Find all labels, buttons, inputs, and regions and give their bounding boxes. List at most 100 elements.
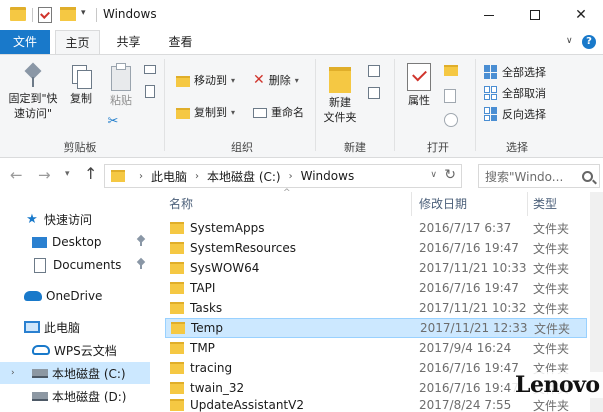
open-icon[interactable] <box>444 65 458 76</box>
help-icon[interactable]: ? <box>582 35 596 49</box>
scissors-icon[interactable]: ✂ <box>106 115 120 129</box>
history-icon[interactable] <box>444 113 458 127</box>
invert-selection-button[interactable]: 反向选择 <box>484 105 546 123</box>
breadcrumb-local-disk-c[interactable]: 本地磁盘 (C:) <box>207 168 281 185</box>
sidebar-item-documents[interactable]: Documents <box>0 254 150 276</box>
group-label-open: 打开 <box>427 141 449 154</box>
file-name: tracing <box>190 361 233 375</box>
copy-to-label: 复制到 <box>194 106 227 119</box>
edit-icon[interactable] <box>444 89 456 103</box>
ribbon: 固定到"快 速访问" 复制 粘贴 ✂ 剪贴板 移动到 ▾ 复制到 ▾ ✕ 删除 … <box>0 54 603 158</box>
copy-to-button[interactable]: 复制到 ▾ <box>176 103 235 121</box>
tab-file[interactable]: 文件 <box>0 30 50 54</box>
sidebar-item-label: 本地磁盘 (D:) <box>52 389 127 404</box>
copy-path-icon[interactable] <box>144 65 156 74</box>
pin-label-line1: 固定到"快 <box>8 92 58 105</box>
sidebar-item-this-pc[interactable]: 此电脑 <box>0 316 150 338</box>
title-separator <box>96 8 97 22</box>
properties-button[interactable]: 属性 <box>400 63 438 108</box>
minimize-icon <box>484 14 494 16</box>
group-separator <box>164 59 165 151</box>
copy-to-dropdown-icon: ▾ <box>231 107 236 117</box>
address-bar[interactable]: › 此电脑 › 本地磁盘 (C:) › Windows ∨ ↻ <box>104 164 462 188</box>
table-row[interactable]: SystemApps 2016/7/17 6:37 文件夹 <box>165 218 587 238</box>
table-row[interactable]: Tasks 2017/11/21 10:32 文件夹 <box>165 298 587 318</box>
sidebar-item-desktop[interactable]: Desktop <box>0 231 150 253</box>
chevron-down-icon[interactable]: ∨ <box>566 36 573 46</box>
file-date: 2016/7/17 6:37 <box>419 221 512 235</box>
column-header-type[interactable]: 类型 <box>533 192 583 216</box>
maximize-button[interactable] <box>512 0 558 30</box>
select-all-button[interactable]: 全部选择 <box>484 63 546 81</box>
table-row[interactable]: TAPI 2016/7/16 19:47 文件夹 <box>165 278 587 298</box>
sidebar-item-label: OneDrive <box>46 289 103 303</box>
table-row[interactable]: SysWOW64 2017/11/21 10:33 文件夹 <box>165 258 587 278</box>
folder-icon <box>170 262 184 274</box>
breadcrumb-chevron-icon[interactable]: › <box>289 171 293 182</box>
select-none-button[interactable]: 全部取消 <box>484 84 546 102</box>
close-button[interactable]: ✕ <box>558 0 603 30</box>
search-box[interactable]: 搜索"Windo... <box>478 164 600 188</box>
sidebar-item-label: Desktop <box>52 235 102 249</box>
sidebar-item-label: 本地磁盘 (C:) <box>52 366 126 381</box>
tab-share[interactable]: 共享 <box>106 30 151 54</box>
new-folder-label-line1: 新建 <box>329 96 351 109</box>
table-row[interactable]: TMP 2017/9/4 16:24 文件夹 <box>165 338 587 358</box>
folder-icon <box>170 302 184 314</box>
paste-icon <box>109 63 133 91</box>
sidebar-item-onedrive[interactable]: OneDrive <box>0 285 150 307</box>
new-folder-button[interactable]: 新建 文件夹 <box>320 63 360 125</box>
group-separator <box>394 59 395 151</box>
column-separator[interactable] <box>411 192 412 216</box>
file-name: SystemApps <box>190 221 265 235</box>
breadcrumb-windows[interactable]: Windows <box>301 169 355 183</box>
folder-icon <box>170 399 184 411</box>
star-icon: ★ <box>26 211 38 227</box>
lenovo-watermark: Lenovo <box>512 372 603 398</box>
breadcrumb-chevron-icon[interactable]: › <box>195 171 199 182</box>
delete-label: 删除 <box>268 74 291 87</box>
up-arrow-icon[interactable]: ↑ <box>84 164 97 183</box>
copy-button[interactable]: 复制 <box>64 63 98 106</box>
tab-view[interactable]: 查看 <box>158 30 203 54</box>
computer-icon <box>24 321 40 333</box>
sidebar-item-local-disk-c[interactable]: › 本地磁盘 (C:) <box>0 362 150 384</box>
properties-icon[interactable] <box>38 7 52 23</box>
search-placeholder: 搜索"Windo... <box>485 169 564 184</box>
sidebar-item-quick-access[interactable]: ★ 快速访问 <box>0 208 150 230</box>
address-dropdown-icon[interactable]: ∨ <box>430 170 437 180</box>
table-row[interactable]: Temp 2017/11/21 12:33 文件夹 <box>165 318 587 338</box>
back-arrow-icon[interactable]: ← <box>10 166 23 184</box>
forward-arrow-icon[interactable]: → <box>38 166 51 184</box>
paste-button[interactable]: 粘贴 <box>104 63 138 108</box>
minimize-button[interactable] <box>466 0 512 30</box>
delete-button[interactable]: ✕ 删除 ▾ <box>253 71 299 89</box>
new-item-icon[interactable] <box>368 65 380 77</box>
chevron-right-icon[interactable]: › <box>11 368 15 378</box>
table-row[interactable]: UpdateAssistantV2 2017/8/24 7:55 文件夹 <box>165 398 587 412</box>
quick-access-dropdown[interactable]: ▾ <box>81 8 86 18</box>
select-none-label: 全部取消 <box>502 87 546 100</box>
recent-locations-dropdown[interactable]: ▾ <box>65 169 70 179</box>
column-header-date[interactable]: 修改日期 <box>419 192 529 216</box>
column-header-name[interactable]: 名称 <box>169 192 409 216</box>
file-date: 2016/7/16 19:47 <box>419 381 519 395</box>
rename-button[interactable]: 重命名 <box>253 103 304 121</box>
copy-icon <box>70 63 92 89</box>
pin-to-quick-access-button[interactable]: 固定到"快 速访问" <box>6 63 60 121</box>
folder-icon[interactable] <box>10 7 26 21</box>
table-row[interactable]: SystemResources 2016/7/16 19:47 文件夹 <box>165 238 587 258</box>
easy-access-icon[interactable] <box>368 87 380 99</box>
delete-dropdown-icon: ▾ <box>294 75 299 85</box>
sidebar-item-local-disk-d[interactable]: 本地磁盘 (D:) <box>0 385 150 407</box>
quick-access-separator <box>32 8 33 22</box>
breadcrumb-chevron-icon[interactable]: › <box>139 171 143 182</box>
paste-shortcut-icon[interactable] <box>145 85 155 98</box>
breadcrumb-this-pc[interactable]: 此电脑 <box>151 168 187 185</box>
sidebar-item-wps-cloud[interactable]: WPS云文档 <box>0 339 150 361</box>
refresh-icon[interactable]: ↻ <box>444 167 456 183</box>
move-to-button[interactable]: 移动到 ▾ <box>176 71 235 89</box>
tab-home[interactable]: 主页 <box>55 30 100 54</box>
column-separator[interactable] <box>527 192 528 216</box>
new-folder-icon[interactable] <box>60 7 76 21</box>
